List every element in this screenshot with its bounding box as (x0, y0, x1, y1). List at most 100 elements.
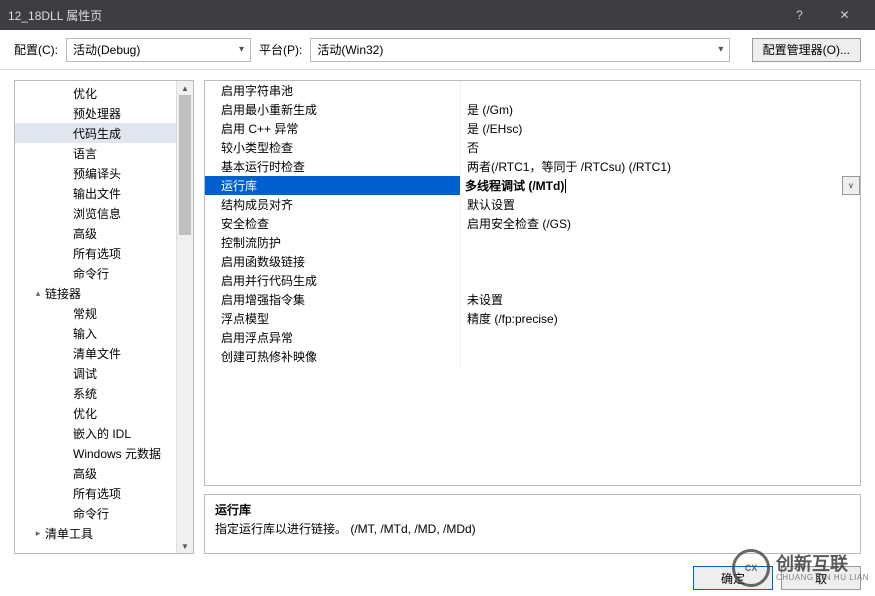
text-cursor (565, 179, 566, 193)
config-combo[interactable]: 活动(Debug) ▾ (66, 38, 251, 62)
property-value[interactable]: 精度 (/fp:precise) (460, 309, 860, 328)
tree-item[interactable]: 高级 (15, 223, 176, 243)
property-row[interactable]: 运行库多线程调试 (/MTd)v (205, 176, 860, 195)
tree-item-label: 调试 (73, 365, 97, 382)
ok-button[interactable]: 确定 (693, 566, 773, 590)
property-row[interactable]: 启用并行代码生成 (205, 271, 860, 290)
property-row[interactable]: 安全检查启用安全检查 (/GS) (205, 214, 860, 233)
property-value[interactable] (460, 271, 860, 290)
help-button[interactable]: ? (777, 0, 822, 30)
dropdown-button[interactable]: v (842, 176, 860, 195)
property-row[interactable]: 结构成员对齐默认设置 (205, 195, 860, 214)
tree-item[interactable]: 代码生成 (15, 123, 176, 143)
property-name: 运行库 (205, 177, 460, 194)
config-manager-button[interactable]: 配置管理器(O)... (752, 38, 861, 62)
property-value[interactable]: 启用安全检查 (/GS) (460, 214, 860, 233)
tree-item[interactable]: 清单文件 (15, 343, 176, 363)
caret-icon: ▴ (31, 288, 45, 299)
property-row[interactable]: 控制流防护 (205, 233, 860, 252)
property-value[interactable]: 默认设置 (460, 195, 860, 214)
tree-item-label: 命令行 (73, 265, 109, 282)
property-value[interactable]: 是 (/Gm) (460, 100, 860, 119)
property-row[interactable]: 启用增强指令集未设置 (205, 290, 860, 309)
tree-item[interactable]: 高级 (15, 463, 176, 483)
dialog-footer: 确定 取 (0, 560, 875, 596)
property-value[interactable]: 是 (/EHsc) (460, 119, 860, 138)
tree-item-label: 浏览信息 (73, 205, 121, 222)
tree-item-label: 输出文件 (73, 185, 121, 202)
tree-item-label: 代码生成 (73, 125, 121, 142)
property-name: 启用增强指令集 (205, 291, 460, 308)
property-value[interactable] (460, 252, 860, 271)
tree-item-label: 所有选项 (73, 485, 121, 502)
tree-item[interactable]: ▴链接器 (15, 283, 176, 303)
scroll-down-icon[interactable]: ▼ (177, 539, 193, 553)
property-value[interactable]: 未设置 (460, 290, 860, 309)
tree-item[interactable]: 命令行 (15, 263, 176, 283)
property-row[interactable]: 较小类型检查否 (205, 138, 860, 157)
tree-item[interactable]: Windows 元数据 (15, 443, 176, 463)
property-row[interactable]: 浮点模型精度 (/fp:precise) (205, 309, 860, 328)
tree-item[interactable]: 输出文件 (15, 183, 176, 203)
property-name: 启用并行代码生成 (205, 272, 460, 289)
property-name: 控制流防护 (205, 234, 460, 251)
desc-title: 运行库 (215, 501, 850, 518)
tree-item-label: 优化 (73, 405, 97, 422)
scroll-up-icon[interactable]: ▲ (177, 81, 193, 95)
property-row[interactable]: 启用最小重新生成是 (/Gm) (205, 100, 860, 119)
property-row[interactable]: 启用浮点异常 (205, 328, 860, 347)
property-value[interactable] (460, 233, 860, 252)
tree-item-label: Windows 元数据 (73, 445, 161, 462)
tree-item[interactable]: ▸清单工具 (15, 523, 176, 543)
config-label: 配置(C): (14, 41, 58, 58)
property-row[interactable]: 启用函数级链接 (205, 252, 860, 271)
tree-item-label: 清单文件 (73, 345, 121, 362)
tree-item-label: 命令行 (73, 505, 109, 522)
tree-item[interactable]: 语言 (15, 143, 176, 163)
tree-scrollbar[interactable]: ▲ ▼ (176, 81, 193, 553)
close-button[interactable]: ✕ (822, 0, 867, 30)
platform-combo[interactable]: 活动(Win32) ▾ (310, 38, 730, 62)
property-value[interactable] (460, 328, 860, 347)
tree-item[interactable]: 预编译头 (15, 163, 176, 183)
scroll-thumb[interactable] (179, 95, 191, 235)
property-row[interactable]: 启用 C++ 异常是 (/EHsc) (205, 119, 860, 138)
tree-item[interactable]: 命令行 (15, 503, 176, 523)
property-value[interactable]: 否 (460, 138, 860, 157)
tree-item[interactable]: 预处理器 (15, 103, 176, 123)
tree-item-label: 输入 (73, 325, 97, 342)
chevron-down-icon: ▾ (718, 44, 723, 55)
property-name: 启用最小重新生成 (205, 101, 460, 118)
tree-item-label: 语言 (73, 145, 97, 162)
property-value[interactable]: 两者(/RTC1，等同于 /RTCsu) (/RTC1) (460, 157, 860, 176)
description-panel: 运行库 指定运行库以进行链接。 (/MT, /MTd, /MD, /MDd) (204, 494, 861, 554)
property-value[interactable] (460, 347, 860, 366)
tree-item[interactable]: 嵌入的 IDL (15, 423, 176, 443)
tree-item-label: 预编译头 (73, 165, 121, 182)
property-name: 基本运行时检查 (205, 158, 460, 175)
property-row[interactable]: 启用字符串池 (205, 81, 860, 100)
tree-item-label: 清单工具 (45, 525, 93, 542)
property-value[interactable]: 多线程调试 (/MTd)v (460, 176, 860, 195)
chevron-down-icon: ▾ (239, 44, 244, 55)
tree-item-label: 预处理器 (73, 105, 121, 122)
tree-item-label: 嵌入的 IDL (73, 425, 131, 442)
tree-item[interactable]: 输入 (15, 323, 176, 343)
property-row[interactable]: 创建可热修补映像 (205, 347, 860, 366)
tree-item[interactable]: 调试 (15, 363, 176, 383)
tree-item[interactable]: 所有选项 (15, 483, 176, 503)
nav-tree[interactable]: 优化预处理器代码生成语言预编译头输出文件浏览信息高级所有选项命令行▴链接器常规输… (15, 81, 176, 553)
cancel-button[interactable]: 取 (781, 566, 861, 590)
tree-item-label: 所有选项 (73, 245, 121, 262)
property-row[interactable]: 基本运行时检查两者(/RTC1，等同于 /RTCsu) (/RTC1) (205, 157, 860, 176)
tree-item[interactable]: 所有选项 (15, 243, 176, 263)
tree-item[interactable]: 系统 (15, 383, 176, 403)
tree-item[interactable]: 优化 (15, 403, 176, 423)
window-title: 12_18DLL 属性页 (8, 7, 777, 24)
property-value[interactable] (460, 81, 860, 100)
platform-label: 平台(P): (259, 41, 302, 58)
tree-item[interactable]: 常规 (15, 303, 176, 323)
tree-item[interactable]: 优化 (15, 83, 176, 103)
nav-tree-container: 优化预处理器代码生成语言预编译头输出文件浏览信息高级所有选项命令行▴链接器常规输… (14, 80, 194, 554)
tree-item[interactable]: 浏览信息 (15, 203, 176, 223)
